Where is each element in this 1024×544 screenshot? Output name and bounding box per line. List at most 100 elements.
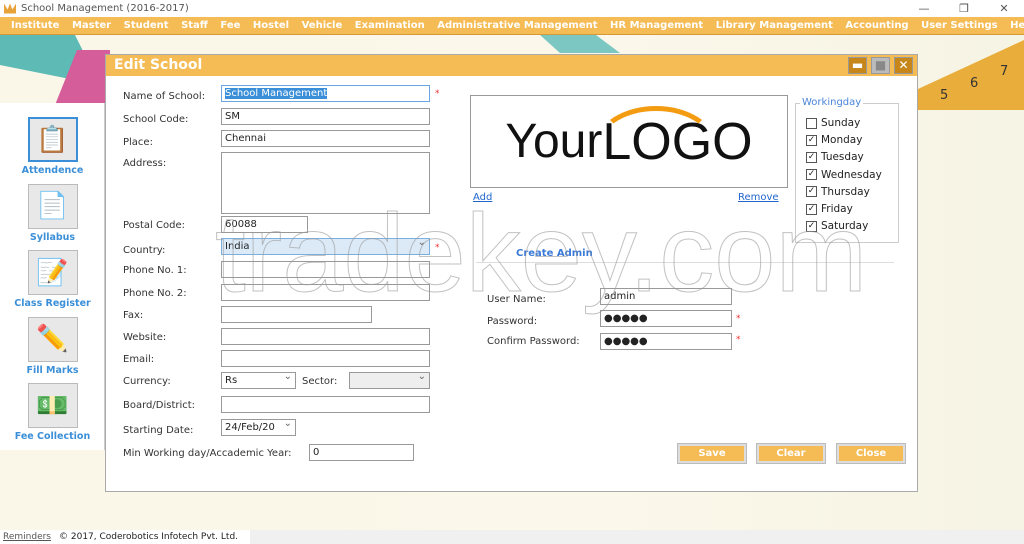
required-marker: *	[736, 314, 741, 324]
sidebar-item-fee-collection[interactable]: 💵 Fee Collection	[0, 383, 105, 442]
address-textarea[interactable]	[221, 152, 430, 214]
postal-label: Postal Code:	[123, 220, 185, 231]
username-input[interactable]: admin	[600, 288, 732, 305]
currency-select[interactable]: Rs	[221, 372, 296, 389]
fax-label: Fax:	[123, 310, 144, 321]
dialog-minimize-button[interactable]: ▬	[848, 57, 867, 74]
close-button[interactable]: Close	[836, 443, 906, 464]
country-label: Country:	[123, 245, 166, 256]
day-checkbox-thursday[interactable]: ✓ Thursday	[806, 186, 870, 198]
menu-item-vehicle[interactable]: Vehicle	[302, 20, 343, 31]
menu-item-institute[interactable]: Institute	[11, 20, 59, 31]
sector-select[interactable]	[349, 372, 430, 389]
confirm-password-label: Confirm Password:	[487, 336, 580, 347]
fax-input[interactable]	[221, 306, 372, 323]
sidebar-item-class-register[interactable]: 📝 Class Register	[0, 250, 105, 309]
maximize-button[interactable]: ❐	[944, 0, 984, 17]
checkbox[interactable]: ✓	[806, 134, 817, 146]
day-checkbox-saturday[interactable]: ✓ Saturday	[806, 220, 868, 232]
menu-item-staff[interactable]: Staff	[181, 20, 208, 31]
school-code-input[interactable]: SM	[221, 108, 430, 125]
menu-item-hostel[interactable]: Hostel	[253, 20, 289, 31]
website-label: Website:	[123, 332, 167, 343]
register-icon: 📝	[27, 250, 78, 295]
money-icon: 💵	[27, 383, 78, 428]
school-logo: Your LOGO	[470, 95, 788, 188]
dialog-close-button[interactable]: ✕	[894, 57, 913, 74]
checkbox[interactable]: ✓	[806, 186, 817, 198]
close-window-button[interactable]: ✕	[984, 0, 1024, 17]
title-bar: School Management (2016-2017) — ❐ ✕	[0, 0, 1024, 17]
min-working-label: Min Working day/Accademic Year:	[123, 448, 292, 459]
menu-item-user-settings[interactable]: User Settings	[921, 20, 997, 31]
day-checkbox-friday[interactable]: ✓ Friday	[806, 203, 853, 215]
confirm-password-input[interactable]: ●●●●●	[600, 333, 732, 350]
sidebar-item-label: Fill Marks	[26, 364, 79, 376]
day-label: Saturday	[821, 220, 869, 233]
sidebar-item-syllabus[interactable]: 📄 Syllabus	[0, 183, 105, 243]
remove-logo-link[interactable]: Remove	[738, 192, 779, 203]
place-input[interactable]: Chennai	[221, 130, 430, 147]
checkbox[interactable]	[806, 117, 817, 129]
menu-item-help[interactable]: Help	[1010, 20, 1024, 31]
day-checkbox-tuesday[interactable]: ✓ Tuesday	[806, 151, 864, 163]
required-marker: *	[435, 89, 440, 99]
code-label: School Code:	[123, 114, 189, 125]
clear-button[interactable]: Clear	[756, 443, 826, 464]
menu-item-library-management[interactable]: Library Management	[716, 20, 833, 31]
create-admin-heading: Create Admin	[516, 248, 593, 259]
sidebar-item-label: Fee Collection	[14, 431, 91, 442]
board-input[interactable]	[221, 396, 430, 413]
dialog-title: Edit School	[114, 57, 203, 73]
document-icon: 📄	[27, 183, 78, 229]
address-label: Address:	[123, 158, 167, 169]
sidebar-item-attendence[interactable]: 📋 Attendence	[0, 117, 105, 176]
postal-code-input[interactable]: 60088	[221, 216, 308, 233]
start-date-label: Starting Date:	[123, 425, 194, 436]
day-checkbox-sunday[interactable]: Sunday	[806, 117, 860, 129]
clipboard-icon: 📋	[27, 117, 78, 162]
email-input[interactable]	[221, 350, 430, 367]
school-name-value: School Management	[225, 88, 328, 99]
menu-bar: Institute Master Student Staff Fee Hostel Vehi…	[0, 17, 1024, 35]
workingday-legend: Workingday	[800, 97, 864, 108]
day-label: Thursday	[821, 185, 870, 198]
website-input[interactable]	[221, 328, 430, 345]
add-logo-link[interactable]: Add	[473, 192, 492, 203]
menu-item-administrative-management[interactable]: Administrative Management	[437, 20, 597, 31]
reminders-link[interactable]: Reminders	[3, 532, 51, 542]
minimize-button[interactable]: —	[904, 0, 944, 17]
country-select[interactable]: India	[221, 238, 430, 255]
menu-item-master[interactable]: Master	[72, 20, 111, 31]
day-label: Monday	[821, 134, 863, 147]
phone2-input[interactable]	[221, 284, 430, 301]
sidebar-item-fill-marks[interactable]: ✏️ Fill Marks	[0, 316, 105, 376]
school-name-input[interactable]: School Management	[221, 85, 430, 102]
required-marker: *	[736, 335, 741, 345]
phone1-input[interactable]	[221, 261, 430, 278]
logo-text: Your	[505, 115, 603, 168]
checkbox[interactable]: ✓	[806, 169, 817, 181]
checkbox[interactable]: ✓	[806, 151, 817, 163]
save-button[interactable]: Save	[677, 443, 747, 464]
menu-item-hr-management[interactable]: HR Management	[610, 20, 703, 31]
day-checkbox-wednesday[interactable]: ✓ Wednesday	[806, 169, 882, 181]
menu-item-student[interactable]: Student	[124, 20, 169, 31]
day-label: Wednesday	[821, 168, 882, 181]
phone1-label: Phone No. 1:	[123, 265, 187, 276]
day-label: Sunday	[821, 117, 861, 129]
email-label: Email:	[123, 354, 155, 365]
menu-item-accounting[interactable]: Accounting	[845, 20, 908, 31]
password-input[interactable]: ●●●●●	[600, 310, 732, 327]
dialog-maximize-button[interactable]: ■	[871, 57, 890, 74]
sidebar-item-label: Class Register	[14, 298, 91, 309]
sidebar: 📋 Attendence 📄 Syllabus 📝 Class Register ✏️ Fil…	[0, 103, 105, 450]
start-date-picker[interactable]: 24/Feb/20	[221, 419, 296, 436]
menu-item-fee[interactable]: Fee	[220, 20, 240, 31]
checkbox[interactable]: ✓	[806, 220, 817, 232]
min-working-input[interactable]: 0	[309, 444, 414, 461]
day-checkbox-monday[interactable]: ✓ Monday	[806, 134, 862, 146]
menu-item-examination[interactable]: Examination	[355, 20, 425, 31]
sidebar-item-label: Attendence	[21, 165, 84, 176]
checkbox[interactable]: ✓	[806, 203, 817, 215]
